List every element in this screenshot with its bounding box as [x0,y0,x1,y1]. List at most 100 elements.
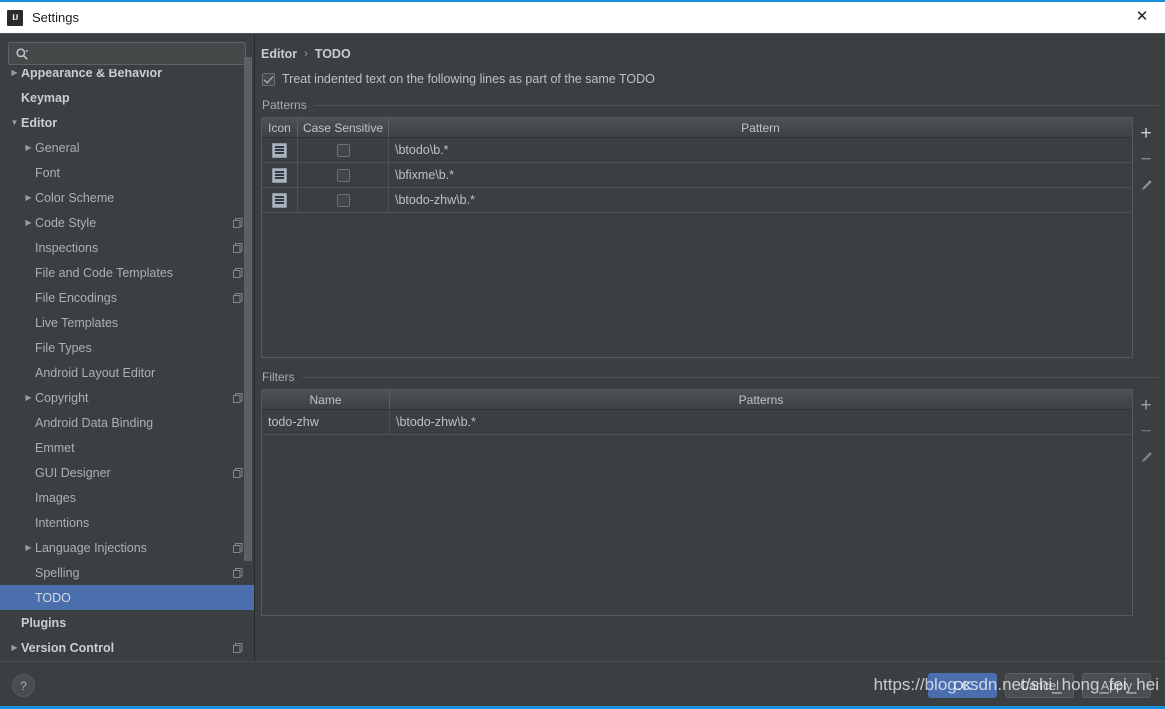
patterns-table[interactable]: Icon Case Sensitive Pattern \btodo\b.* \b… [261,117,1133,358]
patterns-add-button[interactable]: + [1135,120,1157,146]
sidebar-item-language-injections[interactable]: ▶ Language Injections [0,535,254,560]
sidebar-item-gui-designer[interactable]: GUI Designer [0,460,254,485]
pattern-icon-cell[interactable] [262,163,298,187]
pattern-value-cell[interactable]: \btodo\b.* [389,138,1132,162]
sidebar-item-plugins[interactable]: Plugins [0,610,254,635]
apply-button[interactable]: Apply [1082,673,1151,698]
case-sensitive-checkbox[interactable] [336,143,350,157]
pattern-value-cell[interactable]: \btodo-zhw\b.* [389,188,1132,212]
sidebar-item-file-and-code-templates[interactable]: File and Code Templates [0,260,254,285]
sidebar-item-emmet[interactable]: Emmet [0,435,254,460]
chevron-right-icon[interactable]: ▶ [8,69,21,77]
filters-remove-button[interactable]: − [1135,418,1157,444]
window-title: Settings [32,10,79,25]
filters-col-patterns[interactable]: Patterns [390,390,1132,409]
sidebar-item-label: File Encodings [35,290,117,305]
copy-settings-icon[interactable] [232,292,244,304]
sidebar-item-images[interactable]: Images [0,485,254,510]
chevron-right-icon[interactable]: ▶ [22,218,35,227]
sidebar-item-keymap[interactable]: Keymap [0,85,254,110]
case-sensitive-cell[interactable] [298,138,389,162]
table-row[interactable]: \btodo-zhw\b.* [262,188,1132,213]
pattern-icon-cell[interactable] [262,188,298,212]
sidebar-item-font[interactable]: Font [0,160,254,185]
sidebar-item-android-data-binding[interactable]: Android Data Binding [0,410,254,435]
copy-settings-icon[interactable] [232,392,244,404]
copy-settings-icon[interactable] [232,242,244,254]
sidebar-item-general[interactable]: ▶ General [0,135,254,160]
settings-content: Editor › TODO Treat indented text on the… [255,34,1165,661]
sidebar-item-file-encodings[interactable]: File Encodings [0,285,254,310]
patterns-edit-button[interactable] [1135,172,1157,198]
filters-table-block: Name Patterns todo-zhw \btodo-zhw\b.* + − [261,389,1159,616]
table-row[interactable]: \btodo\b.* [262,138,1132,163]
sidebar-item-inspections[interactable]: Inspections [0,235,254,260]
patterns-col-pattern[interactable]: Pattern [389,118,1132,137]
case-sensitive-cell[interactable] [298,188,389,212]
sidebar-item-file-types[interactable]: File Types [0,335,254,360]
filters-table[interactable]: Name Patterns todo-zhw \btodo-zhw\b.* [261,389,1133,616]
ok-button[interactable]: OK [928,673,997,698]
case-sensitive-cell[interactable] [298,163,389,187]
search-box[interactable] [8,42,246,65]
chevron-down-icon[interactable]: ▼ [8,118,21,127]
sidebar-item-android-layout-editor[interactable]: Android Layout Editor [0,360,254,385]
pattern-value-cell[interactable]: \bfixme\b.* [389,163,1132,187]
filters-edit-button[interactable] [1135,444,1157,470]
chevron-right-icon[interactable]: ▶ [22,393,35,402]
filters-add-button[interactable]: + [1135,392,1157,418]
copy-settings-icon[interactable] [232,567,244,579]
patterns-group-title: Patterns [261,86,1159,117]
sidebar-item-live-templates[interactable]: Live Templates [0,310,254,335]
copy-settings-icon[interactable] [232,267,244,279]
sidebar-item-label: Inspections [35,240,99,255]
chevron-right-icon[interactable]: ▶ [22,543,35,552]
sidebar-item-version-control[interactable]: ▶ Version Control [0,635,254,660]
breadcrumb: Editor › TODO [255,34,1165,61]
patterns-col-icon[interactable]: Icon [262,118,298,137]
treat-indented-checkbox[interactable] [262,72,275,86]
cancel-button[interactable]: Cancel [1005,673,1074,698]
chevron-right-icon[interactable]: ▶ [22,193,35,202]
treat-indented-option[interactable]: Treat indented text on the following lin… [255,61,1165,86]
patterns-remove-button[interactable]: − [1135,146,1157,172]
close-icon[interactable]: ✕ [1119,2,1165,31]
sidebar-item-editor[interactable]: ▼ Editor [0,110,254,135]
sidebar-item-label: Android Data Binding [35,415,154,430]
breadcrumb-root[interactable]: Editor [261,47,297,61]
search-input[interactable] [29,46,239,61]
sidebar-item-label: Keymap [21,90,70,105]
treat-indented-label: Treat indented text on the following lin… [282,72,655,86]
table-row[interactable]: todo-zhw \btodo-zhw\b.* [262,410,1132,435]
patterns-col-case[interactable]: Case Sensitive [298,118,389,137]
sidebar-item-label: Language Injections [35,540,147,555]
note-icon [272,167,287,183]
pattern-icon-cell[interactable] [262,138,298,162]
copy-settings-icon[interactable] [232,542,244,554]
sidebar-item-code-style[interactable]: ▶ Code Style [0,210,254,235]
table-row[interactable]: \bfixme\b.* [262,163,1132,188]
sidebar-item-label: Code Style [35,215,97,230]
sidebar-item-label: Appearance & Behavior [21,69,163,80]
case-sensitive-checkbox[interactable] [336,168,350,182]
copy-settings-icon[interactable] [232,467,244,479]
copy-settings-icon[interactable] [232,217,244,229]
chevron-right-icon[interactable]: ▶ [22,143,35,152]
sidebar-item-appearance-behavior[interactable]: ▶ Appearance & Behavior [0,69,254,85]
help-button[interactable]: ? [12,674,35,697]
filter-name-cell[interactable]: todo-zhw [262,410,390,434]
filter-patterns-cell[interactable]: \btodo-zhw\b.* [390,410,1132,434]
case-sensitive-checkbox[interactable] [336,193,350,207]
copy-settings-icon[interactable] [232,642,244,654]
sidebar-item-label: General [35,140,80,155]
sidebar-item-todo[interactable]: TODO [0,585,254,610]
filters-col-name[interactable]: Name [262,390,390,409]
sidebar-scrollbar-thumb[interactable] [244,57,252,561]
sidebar-item-intentions[interactable]: Intentions [0,510,254,535]
sidebar-item-color-scheme[interactable]: ▶ Color Scheme [0,185,254,210]
sidebar-item-label: TODO [35,590,71,605]
sidebar-item-copyright[interactable]: ▶ Copyright [0,385,254,410]
chevron-right-icon[interactable]: ▶ [8,643,21,652]
breadcrumb-separator-icon: › [304,48,308,60]
sidebar-item-spelling[interactable]: Spelling [0,560,254,585]
